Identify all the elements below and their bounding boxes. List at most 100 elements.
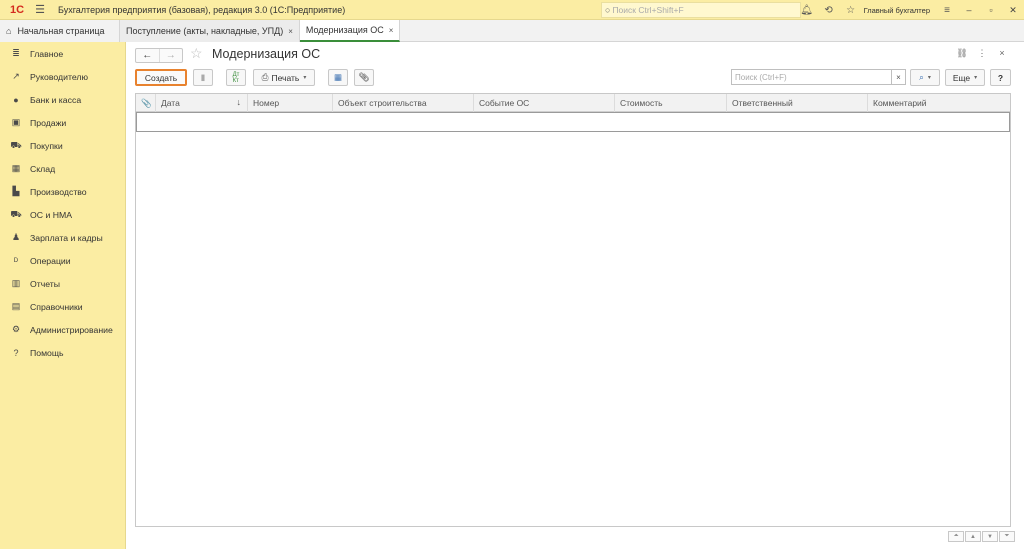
sidebar-item-label: Главное	[30, 48, 64, 59]
user-name[interactable]: Главный бухгалтер	[864, 6, 930, 15]
favorites-icon[interactable]: ☆	[840, 5, 862, 16]
window-close-icon[interactable]: ✕	[1002, 5, 1024, 16]
title-bar-icons: 🔔︎ ⟲ ☆ Главный бухгалтер ≡ – ▫ ✕	[796, 0, 1024, 20]
table-row[interactable]	[136, 112, 1010, 132]
more-button[interactable]: Еще ▾	[945, 69, 985, 86]
settings-menu-icon[interactable]: ≡	[936, 5, 958, 16]
back-arrow-icon[interactable]: ←	[136, 49, 159, 62]
sidebar-item-sales[interactable]: ▣ Продажи	[0, 111, 125, 134]
person-icon: ♟	[11, 232, 21, 242]
forward-arrow-icon[interactable]: →	[158, 49, 183, 62]
structure-icon: ▦	[333, 72, 343, 82]
sidebar-item-production[interactable]: ▙ Производство	[0, 180, 125, 203]
column-comment[interactable]: Комментарий	[868, 94, 1010, 112]
sidebar-item-bank[interactable]: ● Банк и касса	[0, 88, 125, 111]
print-label: Печать	[271, 72, 300, 83]
maximize-icon[interactable]: ▫	[980, 5, 1002, 15]
column-number[interactable]: Номер	[248, 94, 333, 112]
column-cost[interactable]: Стоимость	[615, 94, 727, 112]
column-responsible[interactable]: Ответственный	[727, 94, 868, 112]
column-label: Комментарий	[873, 98, 927, 108]
form-actions: ⛓ ⋮ ×	[952, 48, 1012, 59]
column-attachment[interactable]: 📎	[136, 94, 156, 112]
column-label: Ответственный	[732, 98, 793, 108]
sidebar-item-reports[interactable]: ▥ Отчеты	[0, 272, 125, 295]
tab-receipts[interactable]: Поступление (акты, накладные, УПД) ×	[120, 20, 300, 42]
create-button[interactable]: Создать	[135, 69, 187, 86]
sidebar-item-catalogs[interactable]: ▤ Справочники	[0, 295, 125, 318]
sidebar-item-warehouse[interactable]: ▦ Склад	[0, 157, 125, 180]
link-icon[interactable]: ⛓	[952, 48, 972, 59]
sidebar-item-label: Помощь	[30, 347, 64, 358]
main-menu-icon[interactable]: ☰	[30, 3, 50, 16]
sidebar-item-label: Покупки	[30, 140, 63, 151]
history-nav: ← →	[135, 48, 183, 63]
sidebar-item-help[interactable]: ? Помощь	[0, 341, 125, 364]
history-icon[interactable]: ⟲	[818, 5, 840, 16]
sidebar-item-operations[interactable]: ᴰ Операции	[0, 249, 125, 272]
sidebar-item-assets[interactable]: ⛟ ОС и НМА	[0, 203, 125, 226]
chevron-down-icon: ▾	[927, 75, 931, 81]
debit-credit-icon: ᴰ	[13, 255, 19, 266]
structure-button[interactable]: ▦	[328, 69, 348, 86]
tab-bar: ⌂ Начальная страница Поступление (акты, …	[0, 20, 1024, 42]
column-label: Номер	[253, 98, 280, 108]
debit-credit-icon: Дт Кт	[232, 71, 240, 84]
sidebar-item-admin[interactable]: ⚙ Администрирование	[0, 318, 125, 341]
global-search-input[interactable]: ○ Поиск Ctrl+Shift+F	[601, 2, 801, 18]
search-icon: ○	[605, 5, 611, 15]
printer-icon: ⎙	[261, 72, 269, 82]
title-bar: 1С ☰ Бухгалтерия предприятия (базовая), …	[0, 0, 1024, 20]
sidebar-item-label: Банк и касса	[30, 94, 82, 105]
sidebar-item-label: Производство	[30, 186, 87, 197]
table-scroll-controls: ⏶ ▲ ▼ ⏷	[947, 531, 1015, 542]
minimize-icon[interactable]: –	[958, 5, 980, 15]
notifications-icon[interactable]: 🔔︎	[796, 5, 818, 16]
column-date[interactable]: Дата ↓	[156, 94, 248, 112]
sidebar-item-payroll[interactable]: ♟ Зарплата и кадры	[0, 226, 125, 249]
more-vert-icon[interactable]: ⋮	[972, 48, 992, 59]
sidebar-item-purchases[interactable]: ⛟ Покупки	[0, 134, 125, 157]
search-input[interactable]: Поиск (Ctrl+F)	[731, 69, 892, 85]
tab-home-label: Начальная страница	[17, 26, 105, 36]
documents-table[interactable]: 📎 Дата ↓ Номер Объект строительства Событ…	[135, 93, 1011, 527]
print-button[interactable]: ⎙ Печать ▾	[253, 69, 315, 86]
scroll-bottom-icon[interactable]: ⏷	[999, 531, 1015, 542]
form-close-icon[interactable]: ×	[992, 48, 1012, 59]
tab-modernization[interactable]: Модернизация ОС ×	[299, 20, 401, 42]
paperclip-icon: 📎︎	[358, 72, 370, 82]
scroll-down-icon[interactable]: ▼	[982, 531, 998, 542]
attachment-button[interactable]: 📎︎	[354, 69, 374, 86]
bag-icon: ▣	[11, 117, 21, 127]
help-button[interactable]: ?	[990, 69, 1011, 86]
book-icon: ▤	[11, 301, 21, 311]
sidebar-item-label: Зарплата и кадры	[30, 232, 103, 243]
scroll-top-icon[interactable]: ⏶	[948, 531, 964, 542]
tab-close-icon[interactable]: ×	[288, 27, 293, 36]
tab-label: Поступление (акты, накладные, УПД)	[126, 26, 284, 36]
question-icon: ?	[13, 347, 19, 358]
debit-credit-button[interactable]: Дт Кт	[226, 69, 246, 86]
sidebar-item-main[interactable]: ≣ Главное	[0, 42, 125, 65]
sidebar-item-label: Руководителю	[30, 71, 88, 82]
cart-icon: ⛟	[10, 139, 22, 150]
column-label: Объект строительства	[338, 98, 427, 108]
column-asset-event[interactable]: Событие ОС	[474, 94, 615, 112]
sidebar-item-manager[interactable]: ↗ Руководителю	[0, 65, 125, 88]
sidebar: ≣ Главное ↗ Руководителю ● Банк и касса ▣ Пр…	[0, 42, 126, 549]
sidebar-item-label: ОС и НМА	[30, 209, 73, 220]
magnifier-icon: ⌕	[919, 72, 924, 82]
column-construction-object[interactable]: Объект строительства	[333, 94, 474, 112]
sidebar-item-label: Операции	[30, 255, 71, 266]
search-button[interactable]: ⌕ ▾	[910, 69, 940, 86]
tab-close-icon[interactable]: ×	[389, 26, 394, 35]
search-clear-icon[interactable]: ×	[892, 69, 906, 85]
sidebar-item-label: Администрирование	[30, 324, 113, 335]
column-label: Дата	[161, 98, 180, 108]
tab-home[interactable]: ⌂ Начальная страница	[0, 20, 120, 42]
sidebar-item-label: Склад	[30, 163, 56, 174]
scroll-up-icon[interactable]: ▲	[965, 531, 981, 542]
factory-icon: ▙	[12, 186, 20, 196]
favorite-star-icon[interactable]: ☆	[190, 45, 203, 62]
copy-button[interactable]: ▮	[193, 69, 213, 86]
